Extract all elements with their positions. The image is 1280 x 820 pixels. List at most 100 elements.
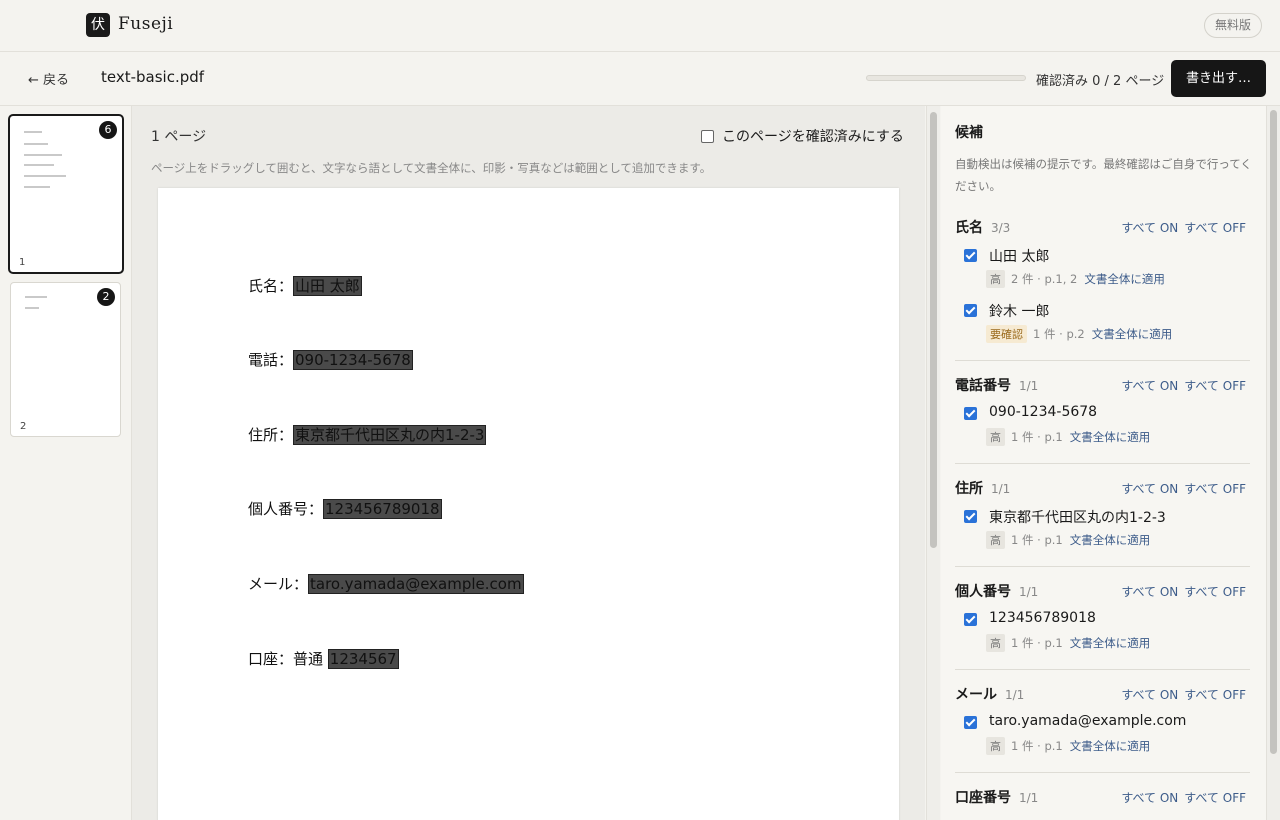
group-divider bbox=[955, 463, 1250, 464]
occurrence-info: 1 件 · p.2 bbox=[1033, 327, 1085, 341]
thumbnail-page-number: 1 bbox=[19, 257, 26, 268]
thumb-text-line bbox=[24, 175, 66, 177]
app-logo: 伏 bbox=[86, 13, 110, 37]
apply-to-document-link[interactable]: 文書全体に適用 bbox=[1070, 739, 1151, 753]
all-off-button[interactable]: すべて OFF bbox=[1184, 791, 1246, 805]
confirm-page-checkbox[interactable]: このページを確認済みにする bbox=[701, 126, 904, 146]
group-toggles: すべて ON すべて OFF bbox=[1115, 583, 1246, 600]
all-off-button[interactable]: すべて OFF bbox=[1184, 688, 1246, 702]
all-off-button[interactable]: すべて OFF bbox=[1184, 379, 1246, 393]
candidate-checkbox[interactable] bbox=[964, 407, 977, 420]
group-count: 1/1 bbox=[1019, 791, 1039, 805]
redaction-box[interactable]: 山田 太郎 bbox=[293, 276, 362, 296]
scrollbar-thumb[interactable] bbox=[1270, 110, 1277, 754]
confidence-badge: 高 bbox=[986, 270, 1005, 288]
candidate-count-badge: 6 bbox=[99, 121, 117, 139]
candidate-meta: 高 1 件 · p.1 文書全体に適用 bbox=[986, 428, 1150, 446]
group-header: 住所 1/1 すべて ON すべて OFF bbox=[955, 478, 1250, 498]
confidence-badge: 高 bbox=[986, 634, 1005, 652]
export-button[interactable]: 書き出す… bbox=[1171, 60, 1266, 97]
all-on-button[interactable]: すべて ON bbox=[1121, 379, 1178, 393]
apply-to-document-link[interactable]: 文書全体に適用 bbox=[1070, 430, 1151, 444]
group-name: メール bbox=[955, 687, 997, 703]
thumb-text-line bbox=[25, 296, 47, 298]
plan-badge[interactable]: 無料版 bbox=[1203, 13, 1262, 38]
group-count: 1/1 bbox=[1019, 585, 1039, 599]
group-toggles: すべて ON すべて OFF bbox=[1115, 480, 1246, 497]
group-count: 3/3 bbox=[991, 221, 1011, 235]
checkbox-icon[interactable] bbox=[701, 130, 714, 143]
candidate-group: 口座番号 1/1 すべて ON すべて OFF bbox=[955, 787, 1250, 807]
apply-to-document-link[interactable]: 文書全体に適用 bbox=[1070, 636, 1151, 650]
group-toggles: すべて ON すべて OFF bbox=[1115, 789, 1246, 806]
thumb-text-line bbox=[24, 164, 54, 166]
candidate-checkbox[interactable] bbox=[964, 304, 977, 317]
candidates-panel: 候補 自動検出は候補の提示です。最終確認はご自身で行ってください。 氏名 3/3 す… bbox=[941, 106, 1266, 820]
all-on-button[interactable]: すべて ON bbox=[1121, 585, 1178, 599]
group-name: 電話番号 bbox=[955, 378, 1011, 394]
group-count: 1/1 bbox=[1005, 688, 1025, 702]
candidate-group: 住所 1/1 すべて ON すべて OFF 東京都千代田区丸の内1-2-3 高 1 件 · … bbox=[955, 478, 1250, 553]
candidate-checkbox[interactable] bbox=[964, 249, 977, 262]
occurrence-info: 1 件 · p.1 bbox=[1011, 430, 1063, 444]
apply-to-document-link[interactable]: 文書全体に適用 bbox=[1084, 272, 1165, 286]
redaction-box[interactable]: 東京都千代田区丸の内1-2-3 bbox=[293, 425, 487, 445]
group-name: 個人番号 bbox=[955, 584, 1011, 600]
candidate-value: 東京都千代田区丸の内1-2-3 bbox=[989, 510, 1166, 526]
candidate-count-badge: 2 bbox=[97, 288, 115, 306]
page-thumbnail-2[interactable]: 2 2 bbox=[10, 282, 121, 437]
apply-to-document-link[interactable]: 文書全体に適用 bbox=[1092, 327, 1173, 341]
page-thumbnail-1[interactable]: 6 1 bbox=[8, 114, 124, 274]
all-on-button[interactable]: すべて ON bbox=[1121, 791, 1178, 805]
redaction-box[interactable]: taro.yamada@example.com bbox=[308, 574, 524, 594]
confirm-page-label: このページを確認済みにする bbox=[722, 129, 904, 145]
field-label: メール： bbox=[248, 575, 309, 593]
group-divider bbox=[955, 772, 1250, 773]
candidate-value: taro.yamada@example.com bbox=[989, 713, 1187, 729]
thumb-text-line bbox=[24, 131, 42, 133]
field-label: 個人番号： bbox=[248, 500, 324, 518]
candidate-checkbox[interactable] bbox=[964, 613, 977, 626]
back-button[interactable]: ← 戻る bbox=[28, 69, 69, 88]
panel-title: 候補 bbox=[955, 125, 983, 141]
all-off-button[interactable]: すべて OFF bbox=[1184, 482, 1246, 496]
group-divider bbox=[955, 566, 1250, 567]
candidate-group: 氏名 3/3 すべて ON すべて OFF 山田 太郎高 2 件 · p.1, 2 文書全体… bbox=[955, 217, 1250, 347]
file-toolbar: ← 戻る text-basic.pdf 確認済み 0 / 2 ページ 書き出す… bbox=[0, 52, 1280, 106]
workspace-scrollbar[interactable] bbox=[926, 106, 940, 820]
candidate-group: メール 1/1 すべて ON すべて OFF taro.yamada@example.c… bbox=[955, 684, 1250, 759]
candidate-item: 東京都千代田区丸の内1-2-3 高 1 件 · p.1 文書全体に適用 bbox=[955, 498, 1250, 553]
group-toggles: すべて ON すべて OFF bbox=[1115, 219, 1246, 236]
candidate-value: 鈴木 一郎 bbox=[989, 304, 1050, 320]
candidate-checkbox[interactable] bbox=[964, 716, 977, 729]
candidate-meta: 要確認 1 件 · p.2 文書全体に適用 bbox=[986, 325, 1172, 343]
all-on-button[interactable]: すべて ON bbox=[1121, 688, 1178, 702]
panel-scrollbar[interactable] bbox=[1266, 106, 1280, 820]
app-header: 伏 Fuseji 無料版 bbox=[0, 0, 1280, 52]
redaction-box[interactable]: 1234567 bbox=[327, 649, 399, 669]
occurrence-info: 2 件 · p.1, 2 bbox=[1011, 272, 1078, 286]
page-label: 1 ページ bbox=[151, 129, 207, 145]
all-on-button[interactable]: すべて ON bbox=[1121, 482, 1178, 496]
confidence-badge: 高 bbox=[986, 531, 1005, 549]
candidate-meta: 高 1 件 · p.1 文書全体に適用 bbox=[986, 634, 1150, 652]
candidate-meta: 高 1 件 · p.1 文書全体に適用 bbox=[986, 531, 1150, 549]
candidate-checkbox[interactable] bbox=[964, 510, 977, 523]
apply-to-document-link[interactable]: 文書全体に適用 bbox=[1070, 533, 1151, 547]
group-divider bbox=[955, 669, 1250, 670]
app-name: Fuseji bbox=[118, 14, 174, 34]
group-toggles: すべて ON すべて OFF bbox=[1115, 377, 1246, 394]
document-page[interactable]: 氏名： 山田 太郎 電話： 090-1234-5678 住所： 東京都千代田区丸の内1… bbox=[158, 188, 899, 820]
document-line: 口座：普通 1234567 bbox=[248, 648, 399, 669]
scrollbar-thumb[interactable] bbox=[930, 112, 937, 548]
all-off-button[interactable]: すべて OFF bbox=[1184, 221, 1246, 235]
candidate-meta: 高 2 件 · p.1, 2 文書全体に適用 bbox=[986, 270, 1165, 288]
all-on-button[interactable]: すべて ON bbox=[1121, 221, 1178, 235]
all-off-button[interactable]: すべて OFF bbox=[1184, 585, 1246, 599]
redaction-box[interactable]: 090-1234-5678 bbox=[293, 350, 413, 370]
thumb-text-line bbox=[25, 307, 39, 309]
confidence-badge: 高 bbox=[986, 428, 1005, 446]
document-line: 電話： 090-1234-5678 bbox=[248, 349, 413, 370]
group-name: 氏名 bbox=[955, 220, 983, 236]
redaction-box[interactable]: 123456789018 bbox=[323, 499, 442, 519]
